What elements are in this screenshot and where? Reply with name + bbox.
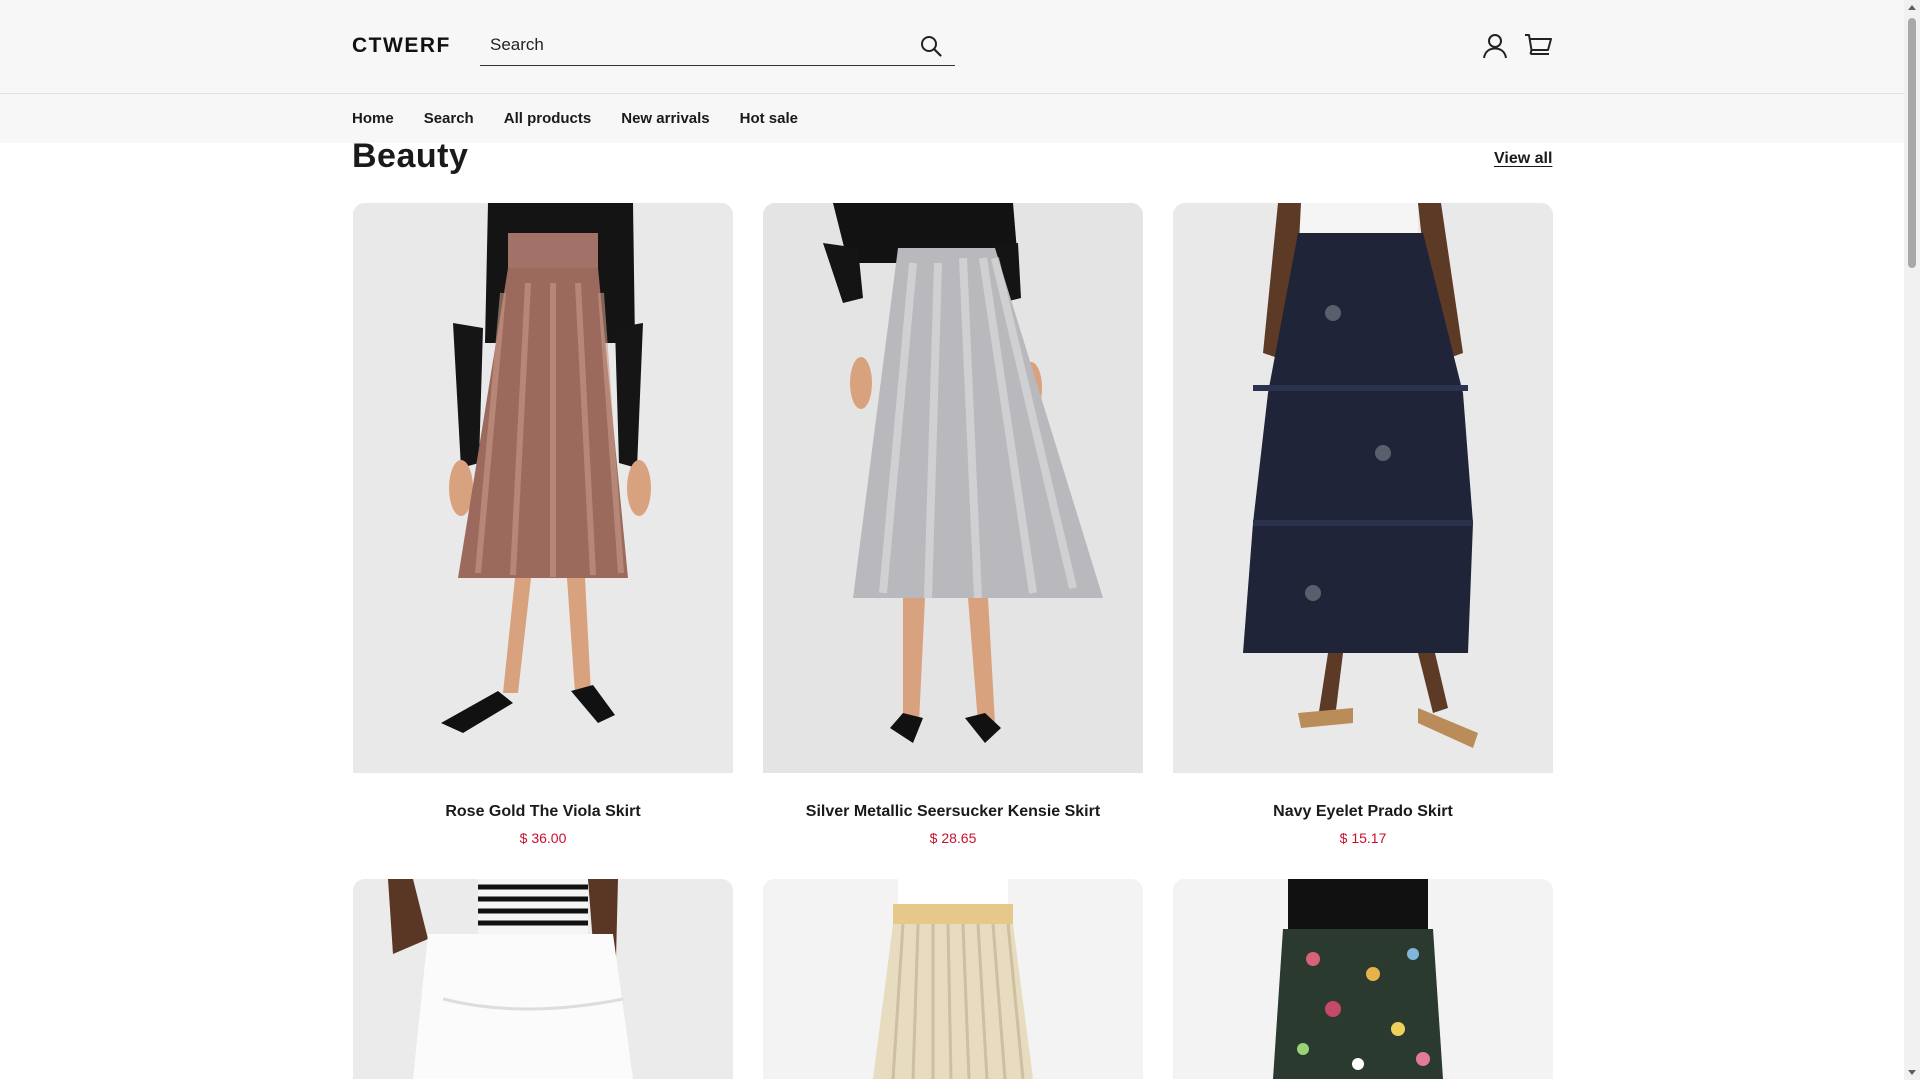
nav-search[interactable]: Search xyxy=(424,110,474,127)
store-logo[interactable]: CTWERF xyxy=(352,34,451,58)
view-all-link[interactable]: View all xyxy=(1494,150,1552,168)
product-card[interactable]: Silver Metallic Seersucker Kensie Skirt … xyxy=(763,203,1143,846)
product-card[interactable] xyxy=(763,879,1143,1079)
account-icon[interactable] xyxy=(1481,32,1509,60)
site-header: CTWERF xyxy=(0,0,1904,94)
product-price: $ 15.17 xyxy=(1339,830,1387,846)
nav-all-products[interactable]: All products xyxy=(504,110,592,127)
product-image[interactable] xyxy=(353,203,733,773)
product-title[interactable]: Navy Eyelet Prado Skirt xyxy=(1173,803,1553,821)
product-price: $ 28.65 xyxy=(929,830,977,846)
search-box xyxy=(480,28,955,66)
nav-new-arrivals[interactable]: New arrivals xyxy=(621,110,709,127)
product-card[interactable] xyxy=(1173,879,1553,1079)
product-price: $ 36.00 xyxy=(519,830,567,846)
product-image[interactable] xyxy=(763,879,1143,1079)
scroll-down-arrow[interactable] xyxy=(1908,1070,1916,1075)
cart-icon[interactable] xyxy=(1523,32,1553,60)
section-title: Beauty xyxy=(352,137,469,175)
product-image[interactable] xyxy=(1173,203,1553,773)
product-card[interactable]: Rose Gold The Viola Skirt $ 36.00 xyxy=(353,203,733,846)
product-title[interactable]: Silver Metallic Seersucker Kensie Skirt xyxy=(763,803,1143,821)
scrollbar-thumb[interactable] xyxy=(1908,18,1916,268)
vertical-scrollbar[interactable] xyxy=(1904,0,1920,1080)
scroll-up-arrow[interactable] xyxy=(1908,5,1916,10)
search-icon[interactable] xyxy=(917,32,945,60)
product-card[interactable] xyxy=(353,879,733,1079)
product-image[interactable] xyxy=(763,203,1143,773)
nav-home[interactable]: Home xyxy=(352,110,394,127)
nav-hot-sale[interactable]: Hot sale xyxy=(740,110,798,127)
product-image[interactable] xyxy=(1173,879,1553,1079)
main-nav: Home Search All products New arrivals Ho… xyxy=(352,94,798,142)
search-input[interactable] xyxy=(490,28,890,62)
product-card[interactable]: Navy Eyelet Prado Skirt $ 15.17 xyxy=(1173,203,1553,846)
product-title[interactable]: Rose Gold The Viola Skirt xyxy=(353,803,733,821)
product-image[interactable] xyxy=(353,879,733,1079)
